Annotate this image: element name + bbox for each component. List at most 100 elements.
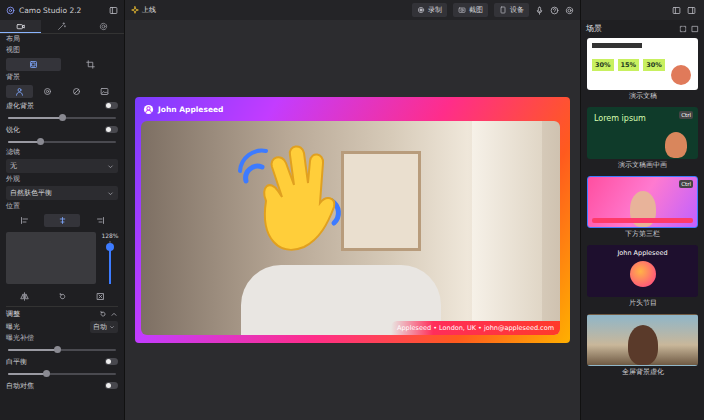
toggle-label: 虚化背景 (6, 101, 34, 111)
slider-track[interactable] (8, 141, 116, 143)
fit-icon (96, 292, 105, 301)
camo-logo-icon (6, 6, 15, 15)
gear-icon[interactable] (565, 6, 574, 15)
slider-fill (8, 141, 40, 143)
label-text: 视图 (6, 47, 20, 54)
segment-option[interactable] (82, 290, 118, 303)
slide-title-bar (592, 43, 642, 48)
lower-third-caption: Appleseed • London, UK • john@appleseed.… (391, 321, 560, 335)
segment-option[interactable] (63, 85, 90, 98)
label-text: 位置 (6, 203, 20, 210)
segment-option[interactable] (82, 214, 118, 227)
segment-option[interactable] (6, 85, 33, 98)
scene-label: 全屏背景虚化 (587, 368, 698, 377)
scene-card[interactable]: Lorem ipsumCtrl演示文稿画中画 (587, 107, 698, 170)
fullscreen-icon[interactable] (691, 25, 699, 33)
setting-label: 布局 (6, 34, 118, 45)
segment-option[interactable] (44, 290, 80, 303)
slider-thumb[interactable] (54, 346, 61, 353)
toggle-switch[interactable] (105, 102, 118, 109)
slider-row (6, 136, 118, 147)
segment-option[interactable] (92, 85, 119, 98)
left-tab[interactable] (83, 20, 124, 33)
slider-fill (8, 349, 57, 351)
setting-label: 滤镜 (6, 147, 118, 158)
scene-label: 下方第三栏 (587, 230, 698, 239)
toolbar: 上线 录制截图 设备 (125, 0, 580, 20)
toggle-label: 自动对焦 (6, 381, 34, 391)
slider-fill (8, 373, 46, 375)
app-header: Camo Studio 2.2 (0, 0, 124, 20)
scene-card[interactable]: John Appleseed片头节目 (587, 245, 698, 308)
wave-hand-icon (236, 141, 356, 275)
segment-option[interactable] (6, 290, 42, 303)
toggle-switch[interactable] (105, 358, 118, 365)
dropdown[interactable]: 无 (6, 159, 118, 173)
slider-row (6, 344, 118, 355)
sidebar-icon[interactable] (109, 6, 118, 15)
toggle-knob (106, 383, 111, 388)
slider-thumb[interactable] (37, 138, 44, 145)
scene-card[interactable]: 全屏背景虚化 (587, 314, 698, 377)
scenes-panel: 场景30%15%30%演示文稿Lorem ipsumCtrl演示文稿画中画Ctr… (580, 0, 704, 420)
layout-icon[interactable] (687, 6, 696, 15)
toggle-label: 锐化 (6, 125, 20, 135)
slider-track[interactable] (8, 349, 116, 351)
main-area: 上线录制截图设备John AppleseedAppleseed • London… (125, 0, 580, 420)
scene-list: 30%15%30%演示文稿Lorem ipsumCtrl演示文稿画中画 Ctrl 下… (581, 38, 704, 377)
segment-option[interactable] (6, 214, 42, 227)
slider-thumb[interactable] (43, 370, 50, 377)
chevron-down-icon (107, 163, 114, 170)
segment-option[interactable] (63, 58, 118, 71)
app-title: Camo Studio 2.2 (19, 6, 81, 15)
toolbar-button[interactable]: 设备 (494, 3, 529, 17)
setting-label: 外观 (6, 174, 118, 185)
status-text: 上线 (142, 5, 156, 15)
toggle-row: 锐化 (6, 123, 118, 136)
scene-card[interactable]: 30%15%30%演示文稿 (587, 38, 698, 101)
segment-option[interactable] (35, 85, 62, 98)
dropdown[interactable]: 自然肤色平衡 (6, 186, 118, 200)
zoom-thumb[interactable] (106, 243, 114, 251)
toolbar-button[interactable]: 录制 (412, 3, 447, 17)
screenshot-icon (458, 6, 466, 14)
rotate-icon (58, 292, 67, 301)
scene-label: 演示文稿 (587, 92, 698, 101)
button-label: 设备 (510, 5, 524, 15)
expand-icon[interactable] (679, 25, 687, 33)
left-tab[interactable] (41, 20, 82, 33)
segment-option[interactable] (44, 214, 80, 227)
setting-label: 位置 (6, 201, 118, 212)
toggle-switch[interactable] (105, 126, 118, 133)
help-icon[interactable] (550, 6, 559, 15)
window-area (472, 121, 542, 335)
dropdown-value: 自然肤色平衡 (10, 188, 52, 198)
chevron-up-icon[interactable] (110, 310, 118, 318)
slider-row (6, 112, 118, 123)
toolbar-button[interactable]: 截图 (453, 3, 488, 17)
slider-track[interactable] (8, 373, 116, 375)
mic-icon[interactable] (535, 6, 544, 15)
segment-option[interactable] (6, 58, 61, 71)
toggle-row: 虚化背景 (6, 99, 118, 112)
left-tab[interactable] (0, 20, 41, 33)
camera-feed: Appleseed • London, UK • john@appleseed.… (141, 121, 560, 335)
slash-icon (72, 87, 81, 96)
slider-thumb[interactable] (59, 114, 66, 121)
orange-orb (630, 261, 656, 287)
record-icon (417, 6, 425, 14)
reset-icon[interactable] (99, 310, 107, 318)
dropdown-value: 自动 (93, 322, 107, 332)
toggle-switch[interactable] (105, 382, 118, 389)
zoom-track[interactable] (109, 241, 111, 284)
zoom-reading: 128% (101, 232, 118, 239)
position-preview[interactable] (6, 232, 96, 284)
label-text: 滤镜 (6, 149, 20, 156)
zoom-fill (109, 247, 111, 284)
mini-dropdown[interactable]: 自动 (90, 321, 118, 333)
sidebar-icon[interactable] (672, 6, 681, 15)
scene-card[interactable]: Ctrl 下方第三栏 (587, 176, 698, 239)
gear-icon (99, 22, 108, 31)
scene-thumbnail: Ctrl (587, 176, 698, 228)
slider-track[interactable] (8, 117, 116, 119)
